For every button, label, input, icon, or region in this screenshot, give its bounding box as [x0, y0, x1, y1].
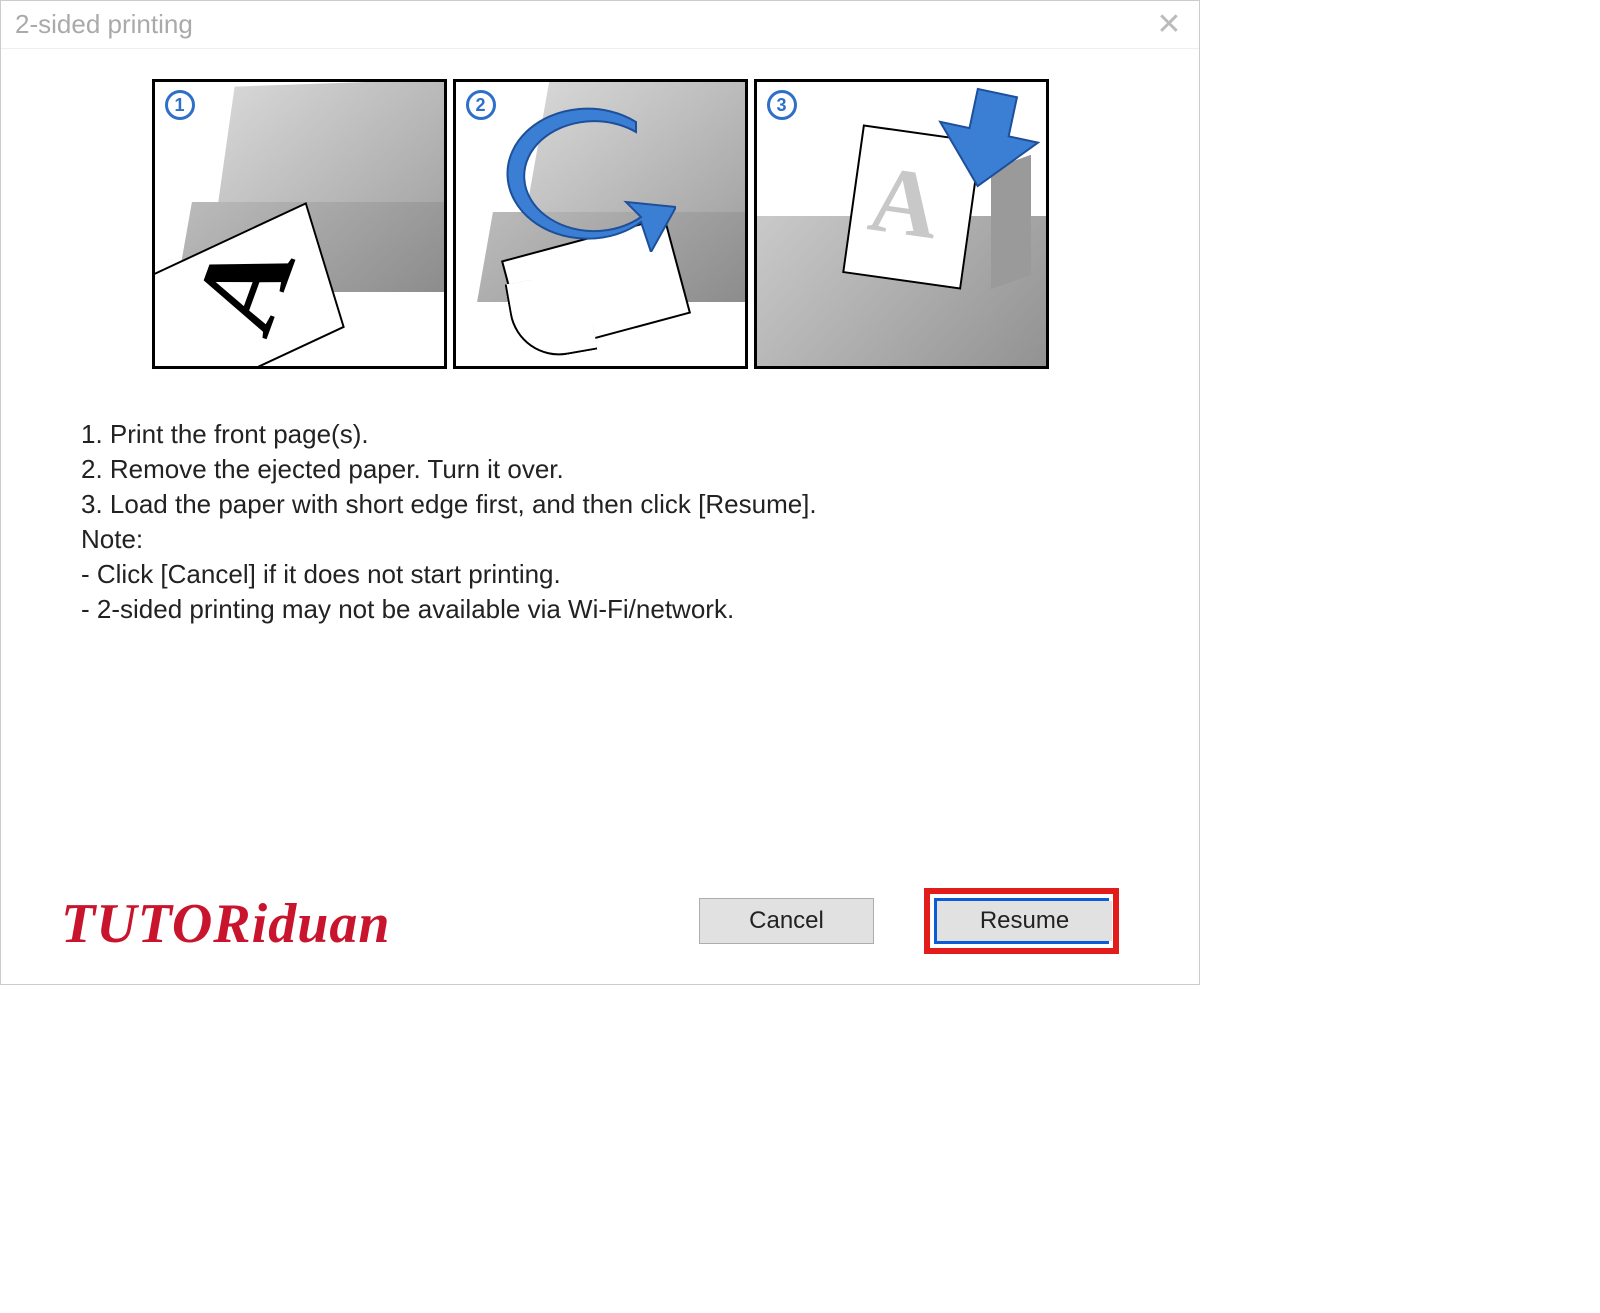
dialog-footer: Cancel Resume: [1, 888, 1199, 954]
instructions-block: 1. Print the front page(s). 2. Remove th…: [71, 417, 1129, 628]
dialog-2-sided-printing: 2-sided printing ✕ 1 A 2: [0, 0, 1200, 985]
insert-arrow-icon: [932, 87, 1042, 197]
resume-button-highlight: Resume: [924, 888, 1119, 954]
flip-arrow-icon: [486, 102, 676, 252]
close-icon[interactable]: ✕: [1149, 10, 1189, 40]
instruction-note-label: Note:: [81, 522, 1129, 557]
cancel-button[interactable]: Cancel: [699, 898, 874, 944]
instruction-line-1: 1. Print the front page(s).: [81, 417, 1129, 452]
illustration-step-1: 1 A: [152, 79, 447, 369]
resume-button[interactable]: Resume: [937, 901, 1112, 941]
step-1-number-icon: 1: [165, 90, 195, 120]
instruction-line-3: 3. Load the paper with short edge first,…: [81, 487, 1129, 522]
illustration-row: 1 A 2: [71, 79, 1129, 369]
titlebar: 2-sided printing ✕: [1, 1, 1199, 49]
illustration-step-3: 3 A: [754, 79, 1049, 369]
dialog-content: 1 A 2: [1, 49, 1199, 628]
step-3-number-icon: 3: [767, 90, 797, 120]
step-2-number-icon: 2: [466, 90, 496, 120]
instruction-note-1: - Click [Cancel] if it does not start pr…: [81, 557, 1129, 592]
illustration-step-2: 2: [453, 79, 748, 369]
instruction-line-2: 2. Remove the ejected paper. Turn it ove…: [81, 452, 1129, 487]
dialog-title: 2-sided printing: [15, 9, 193, 40]
instruction-note-2: - 2-sided printing may not be available …: [81, 592, 1129, 627]
